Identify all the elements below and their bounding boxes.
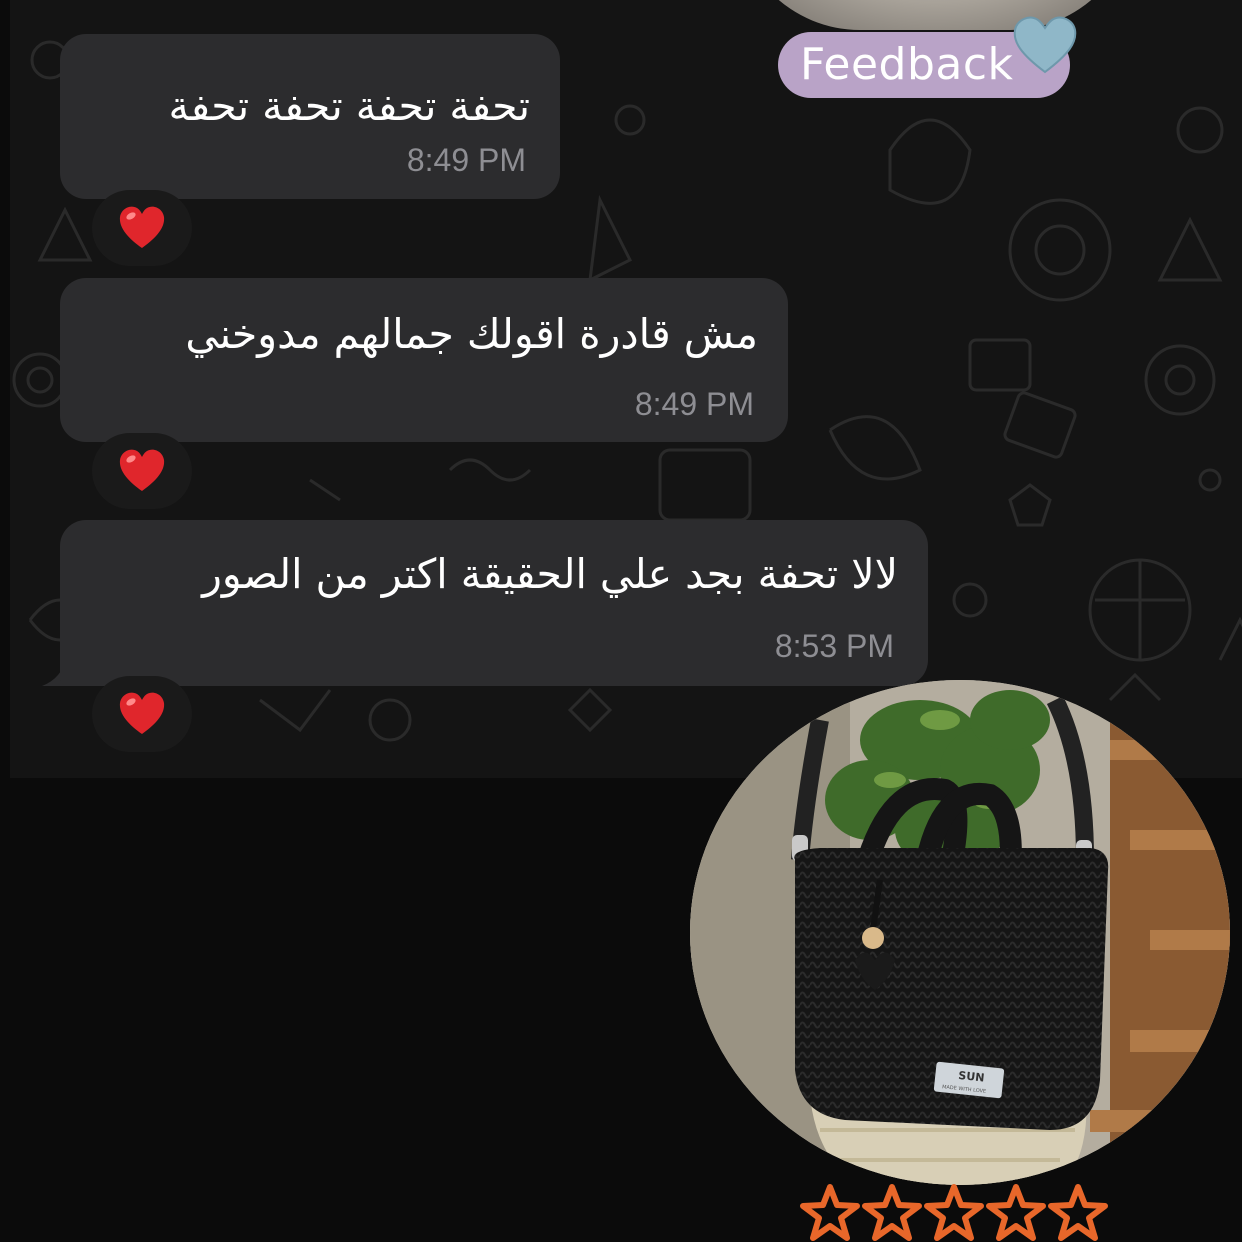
- reaction-badge[interactable]: [92, 433, 192, 509]
- star-icon: [1048, 1184, 1108, 1241]
- message-bubble[interactable]: تحفة تحفة تحفة تحفة 8:49 PM: [60, 34, 560, 199]
- star-icon: [862, 1184, 922, 1241]
- red-heart-icon: [119, 692, 165, 734]
- bag-illustration: SUN MADE WITH LOVE: [690, 680, 1230, 1185]
- message-bubble[interactable]: مش قادرة اقولك جمالهم مدوخني 8:49 PM: [60, 278, 788, 442]
- message-text: لالا تحفة بجد علي الحقيقة اكتر من الصور: [202, 550, 898, 598]
- red-heart-icon: [119, 449, 165, 491]
- message-bubble[interactable]: لالا تحفة بجد علي الحقيقة اكتر من الصور …: [60, 520, 928, 686]
- message-text: مش قادرة اقولك جمالهم مدوخني: [185, 310, 758, 358]
- bag-label-brand: SUN: [958, 1069, 985, 1085]
- message-time: 8:49 PM: [634, 386, 754, 422]
- message-text: تحفة تحفة تحفة تحفة: [168, 82, 531, 130]
- crochet-bag-photo: SUN MADE WITH LOVE: [690, 680, 1230, 1185]
- feedback-label: Feedback: [800, 39, 1014, 90]
- star-icon: [800, 1184, 860, 1241]
- reaction-badge[interactable]: [92, 676, 192, 752]
- light-blue-heart-icon: [1013, 16, 1077, 74]
- message-time: 8:49 PM: [406, 142, 526, 178]
- star-icon: [924, 1184, 984, 1241]
- star-rating: [800, 1184, 1130, 1242]
- red-heart-icon: [119, 206, 165, 248]
- message-time: 8:53 PM: [774, 628, 894, 664]
- star-icon: [986, 1184, 1046, 1241]
- reaction-badge[interactable]: [92, 190, 192, 266]
